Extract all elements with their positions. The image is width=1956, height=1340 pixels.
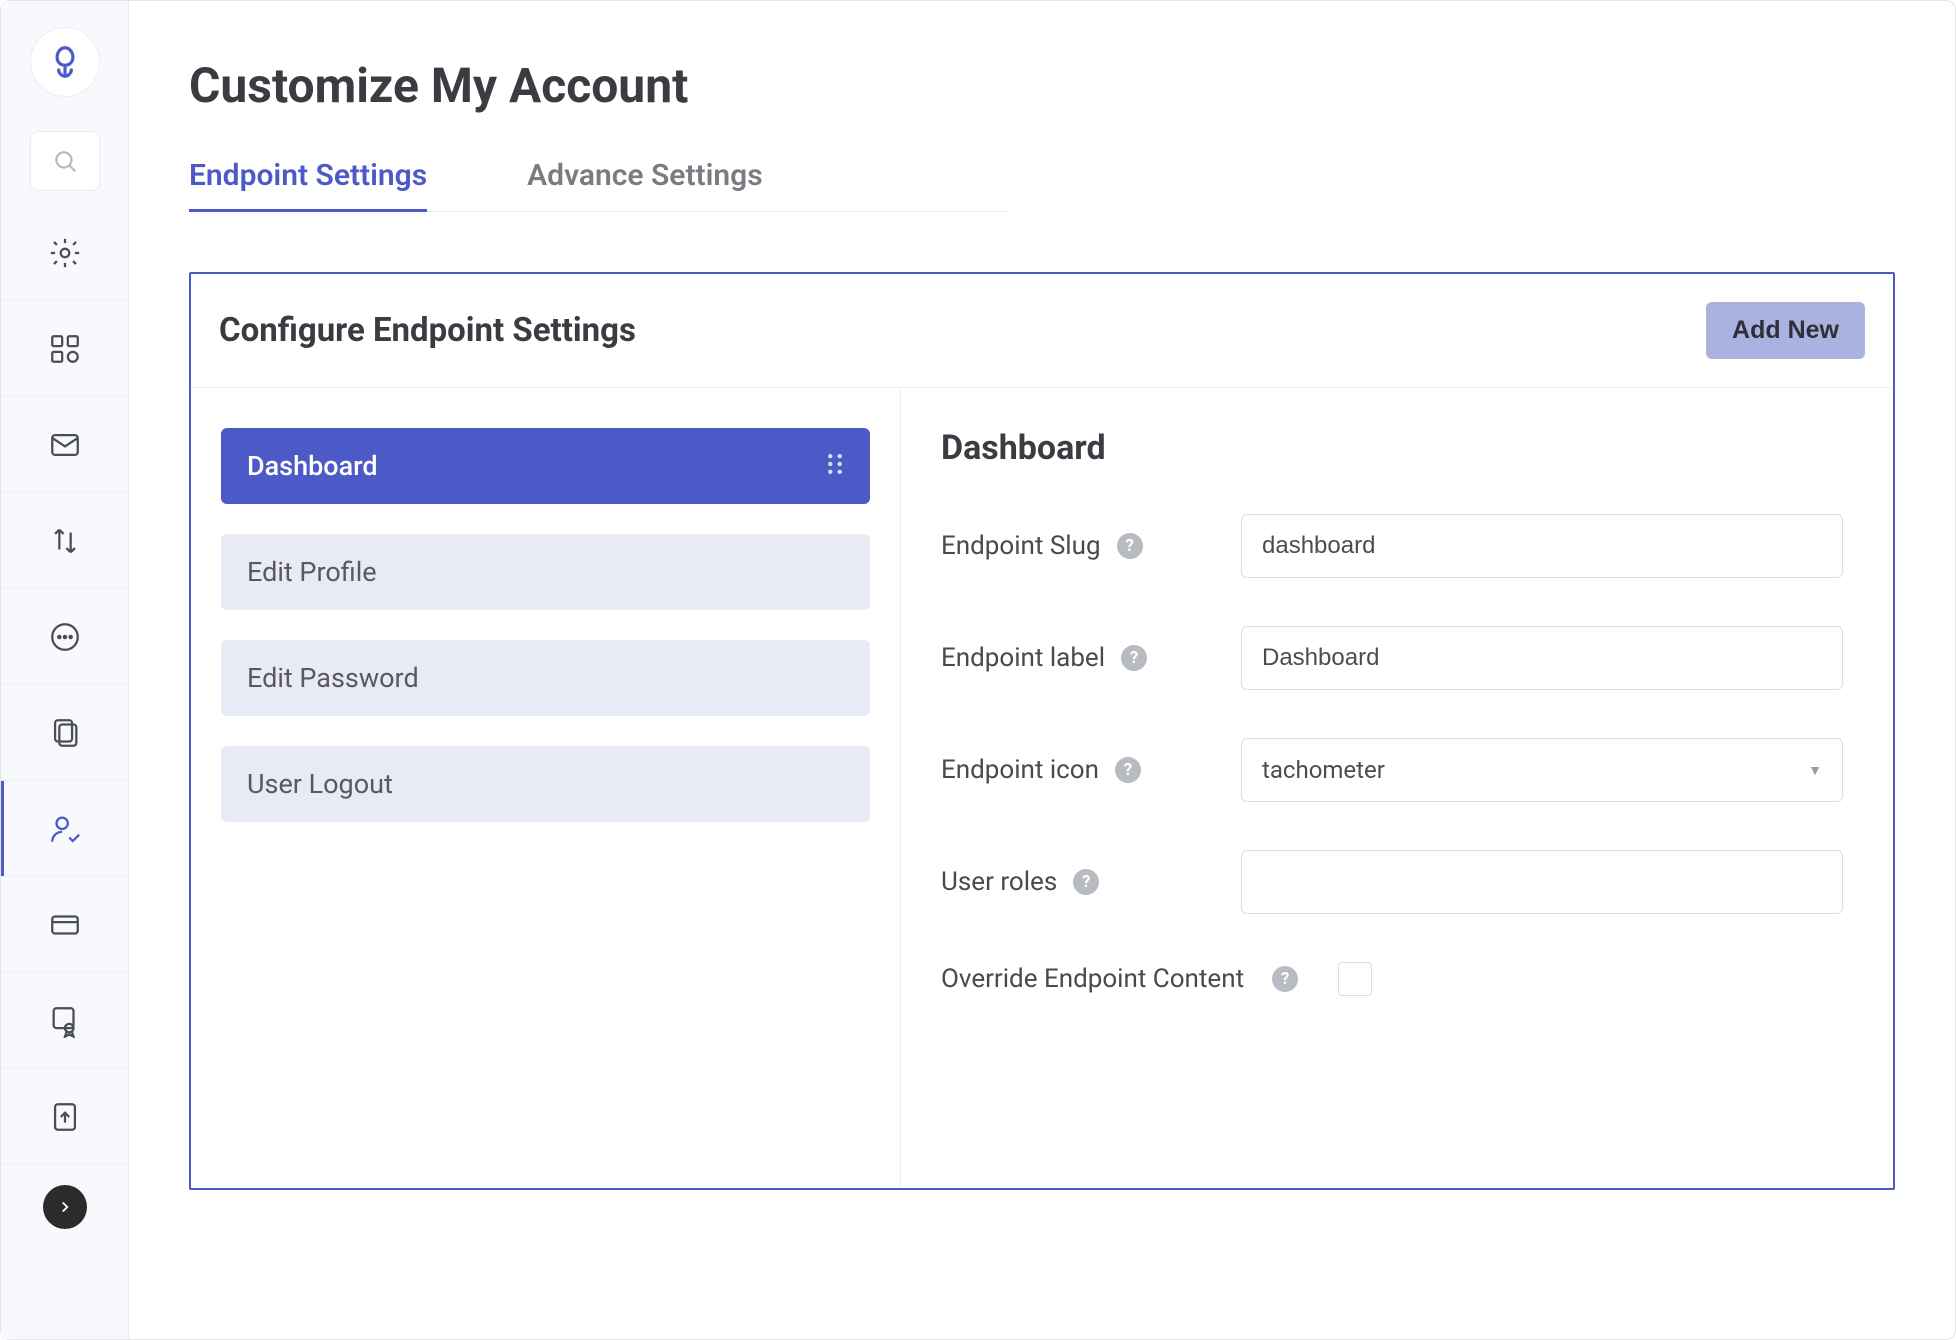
- app-logo: [30, 27, 100, 97]
- endpoint-item-label: Dashboard: [247, 450, 378, 482]
- add-new-button[interactable]: Add New: [1706, 302, 1865, 359]
- input-endpoint-label[interactable]: [1262, 644, 1822, 672]
- label-endpoint-icon: Endpoint icon: [941, 755, 1099, 785]
- nav-account[interactable]: [1, 781, 128, 877]
- nav-more[interactable]: [1, 589, 128, 685]
- input-endpoint-label-wrapper: [1241, 626, 1843, 690]
- panel-header: Configure Endpoint Settings Add New: [191, 274, 1893, 388]
- grid-plus-icon: [48, 332, 82, 366]
- label-override-content: Override Endpoint Content: [941, 964, 1244, 994]
- page-title: Customize My Account: [189, 57, 1895, 114]
- tabs: Endpoint Settings Advance Settings: [189, 158, 1009, 212]
- endpoint-item-edit-profile[interactable]: Edit Profile: [221, 534, 870, 610]
- endpoint-item-label: User Logout: [247, 768, 393, 800]
- pages-icon: [48, 716, 82, 750]
- endpoint-form: Dashboard Endpoint Slug ? Endpoint label…: [901, 388, 1893, 1188]
- label-endpoint-label: Endpoint label: [941, 643, 1105, 673]
- input-endpoint-slug[interactable]: [1262, 532, 1822, 560]
- input-user-roles[interactable]: [1262, 868, 1822, 896]
- nav-sort[interactable]: [1, 493, 128, 589]
- drag-handle-icon[interactable]: [826, 450, 844, 482]
- help-icon[interactable]: ?: [1272, 966, 1298, 992]
- row-override-content: Override Endpoint Content ?: [941, 962, 1843, 996]
- select-endpoint-icon-value: tachometer: [1262, 756, 1385, 784]
- nav-cert[interactable]: [1, 973, 128, 1069]
- help-icon[interactable]: ?: [1073, 869, 1099, 895]
- nav-settings[interactable]: [1, 205, 128, 301]
- search-icon: [52, 148, 78, 174]
- search-button[interactable]: [30, 131, 100, 191]
- main-content: Customize My Account Endpoint Settings A…: [129, 1, 1955, 1339]
- row-user-roles: User roles ?: [941, 850, 1843, 914]
- cert-icon: [48, 1004, 82, 1038]
- help-icon[interactable]: ?: [1115, 757, 1141, 783]
- help-icon[interactable]: ?: [1121, 645, 1147, 671]
- sidebar: [1, 1, 129, 1339]
- input-user-roles-wrapper: [1241, 850, 1843, 914]
- endpoint-list: Dashboard Edit Profile Edit Password Use…: [191, 388, 901, 1188]
- chevron-down-icon: ▼: [1808, 762, 1822, 779]
- label-user-roles: User roles: [941, 867, 1057, 897]
- nav-card[interactable]: [1, 877, 128, 973]
- endpoint-item-dashboard[interactable]: Dashboard: [221, 428, 870, 504]
- nav-list: [1, 205, 128, 1165]
- nav-extensions[interactable]: [1, 301, 128, 397]
- collapse-sidebar-button[interactable]: [43, 1185, 87, 1229]
- endpoint-settings-panel: Configure Endpoint Settings Add New Dash…: [189, 272, 1895, 1190]
- select-endpoint-icon[interactable]: tachometer ▼: [1241, 738, 1843, 802]
- help-icon[interactable]: ?: [1117, 533, 1143, 559]
- card-icon: [48, 908, 82, 942]
- label-endpoint-slug: Endpoint Slug: [941, 531, 1101, 561]
- endpoint-item-edit-password[interactable]: Edit Password: [221, 640, 870, 716]
- nav-mail[interactable]: [1, 397, 128, 493]
- row-endpoint-icon: Endpoint icon ? tachometer ▼: [941, 738, 1843, 802]
- file-up-icon: [48, 1100, 82, 1134]
- row-endpoint-slug: Endpoint Slug ?: [941, 514, 1843, 578]
- tab-advance-settings[interactable]: Advance Settings: [527, 158, 763, 211]
- more-circle-icon: [48, 620, 82, 654]
- sort-icon: [48, 524, 82, 558]
- form-title: Dashboard: [941, 428, 1843, 468]
- endpoint-item-label: Edit Profile: [247, 556, 377, 588]
- nav-pages[interactable]: [1, 685, 128, 781]
- tulip-icon: [46, 43, 84, 81]
- gear-icon: [48, 236, 82, 270]
- row-endpoint-label: Endpoint label ?: [941, 626, 1843, 690]
- nav-upload[interactable]: [1, 1069, 128, 1165]
- mail-icon: [48, 428, 82, 462]
- chevron-right-icon: [56, 1198, 74, 1216]
- tab-endpoint-settings[interactable]: Endpoint Settings: [189, 158, 427, 211]
- endpoint-item-user-logout[interactable]: User Logout: [221, 746, 870, 822]
- checkbox-override-content[interactable]: [1338, 962, 1372, 996]
- user-check-icon: [48, 812, 82, 846]
- input-endpoint-slug-wrapper: [1241, 514, 1843, 578]
- endpoint-item-label: Edit Password: [247, 662, 419, 694]
- panel-title: Configure Endpoint Settings: [219, 311, 636, 350]
